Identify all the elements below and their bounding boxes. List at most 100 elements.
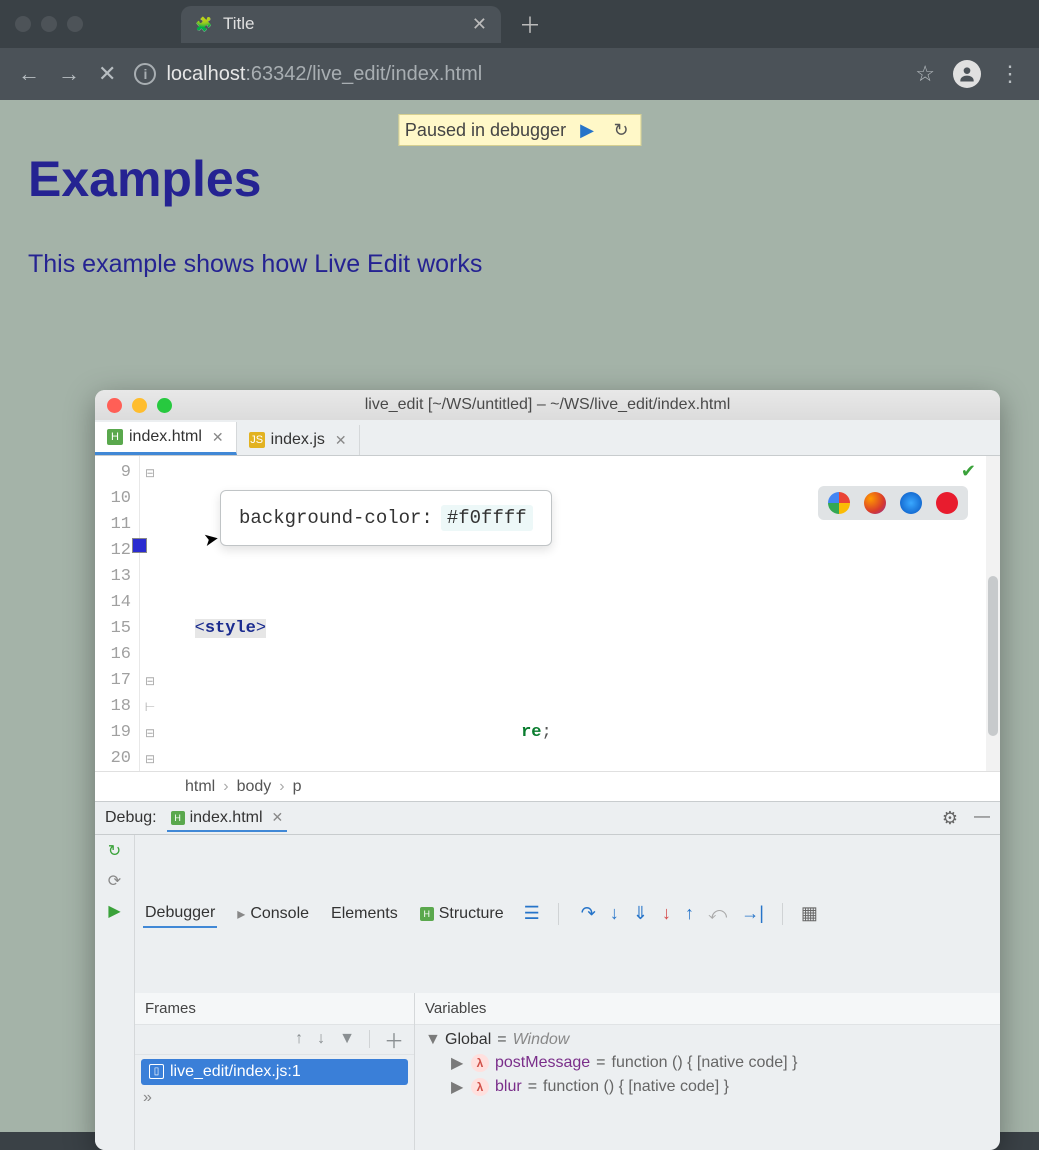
breadcrumb-item[interactable]: html (185, 778, 215, 796)
tooltip-value: #f0ffff (441, 505, 533, 531)
run-to-cursor-icon[interactable]: →| (741, 903, 764, 924)
code-editor[interactable]: 910111213141516171819202122232425 ⊟⊟⊢⊟⊟⊢… (95, 456, 1000, 771)
sync-icon[interactable]: ⟳ (103, 869, 127, 893)
fold-column[interactable]: ⊟⊟⊢⊟⊟⊢⊟⊢ (140, 456, 160, 771)
address-bar[interactable]: i localhost:63342/live_edit/index.html (134, 63, 897, 86)
force-step-into-icon[interactable]: ⇓ (633, 903, 648, 924)
editor-tab-index-js[interactable]: JS index.js ✕ (237, 425, 360, 455)
chevron-right-icon: › (223, 778, 228, 796)
profile-avatar-icon[interactable] (953, 60, 981, 88)
evaluate-expression-icon[interactable]: ▦ (801, 903, 818, 924)
opera-icon[interactable] (936, 492, 958, 514)
chevron-right-icon: › (279, 778, 284, 796)
tab-title: Title (223, 14, 255, 34)
color-swatch-icon[interactable] (132, 538, 147, 553)
minimize-icon[interactable] (132, 398, 147, 413)
inspection-ok-icon[interactable]: ✔ (961, 460, 976, 486)
variables-tree[interactable]: ▼ Global = Window ▶ λ postMessage = fu (415, 1025, 1000, 1150)
ide-window: live_edit [~/WS/untitled] – ~/WS/live_ed… (95, 390, 1000, 1150)
step-out-icon[interactable]: ↑ (685, 903, 694, 924)
tab-structure[interactable]: HStructure (418, 901, 506, 927)
hide-icon[interactable]: — (974, 808, 990, 829)
settings-gear-icon[interactable]: ⚙ (942, 808, 958, 829)
add-icon[interactable]: ＋ (384, 1025, 404, 1054)
more-frames-icon[interactable]: » (135, 1089, 414, 1107)
variables-header: Variables (415, 993, 1000, 1025)
browser-chrome: 🧩 Title ✕ ＋ ← → ✕ i localhost:63342/live… (0, 0, 1039, 100)
editor-tab-index-html[interactable]: H index.html ✕ (95, 422, 237, 455)
frame-icon: ▯ (149, 1064, 164, 1079)
window-controls-macos (15, 16, 83, 32)
step-over-icon[interactable]: ↷ (581, 903, 596, 924)
frames-panel: Frames ↑ ↓ ▼ ＋ ▯ live_edit/index.js:1 (135, 993, 415, 1150)
threads-icon[interactable]: ☰ (524, 903, 540, 924)
tab-elements[interactable]: Elements (329, 901, 400, 927)
js-file-icon: JS (249, 432, 265, 448)
frames-header: Frames (135, 993, 414, 1025)
breadcrumb-item[interactable]: p (293, 778, 302, 796)
close-tab-icon[interactable]: ✕ (472, 14, 487, 35)
tab-label: index.js (271, 431, 325, 449)
back-button[interactable]: ← (18, 61, 40, 87)
zoom-icon[interactable] (157, 398, 172, 413)
resume-icon[interactable]: ▶ (103, 899, 127, 923)
debugger-paused-label: Paused in debugger (405, 120, 566, 141)
site-info-icon[interactable]: i (134, 63, 156, 85)
tab-console[interactable]: ▸Console (235, 900, 311, 928)
open-in-browser-toolbar (818, 486, 968, 520)
forward-button[interactable]: → (58, 61, 80, 87)
chrome-icon[interactable] (828, 492, 850, 514)
browser-tab[interactable]: 🧩 Title ✕ (181, 6, 501, 43)
close-icon[interactable]: ✕ (272, 809, 284, 826)
page-content: Paused in debugger ▶ ↻ Examples This exa… (0, 100, 1039, 1132)
html-file-icon: H (171, 811, 185, 825)
close-tab-icon[interactable]: ✕ (335, 432, 347, 449)
rerun-icon[interactable]: ↻ (103, 839, 127, 863)
close-icon[interactable] (107, 398, 122, 413)
prev-frame-icon[interactable]: ↑ (295, 1030, 303, 1048)
filter-icon[interactable]: ▼ (339, 1030, 355, 1048)
close-tab-icon[interactable]: ✕ (212, 429, 224, 446)
safari-icon[interactable] (900, 492, 922, 514)
variables-panel: Variables ▼ Global = Window ▶ λ (415, 993, 1000, 1150)
step-into-icon[interactable]: ↓ (610, 903, 619, 924)
firefox-icon[interactable] (864, 492, 886, 514)
tab-debugger[interactable]: Debugger (143, 900, 217, 928)
tree-collapse-icon[interactable]: ▶ (451, 1053, 465, 1073)
structure-icon: H (420, 907, 434, 921)
color-tooltip: background-color: #f0ffff (220, 490, 552, 546)
tree-expand-icon[interactable]: ▼ (425, 1031, 439, 1049)
resume-icon[interactable]: ▶ (574, 119, 600, 141)
drop-frame-icon[interactable]: ⤺ (708, 903, 727, 924)
maximize-dot[interactable] (67, 16, 83, 32)
close-dot[interactable] (15, 16, 31, 32)
editor-tabs: H index.html ✕ JS index.js ✕ (95, 420, 1000, 456)
vertical-scrollbar[interactable] (986, 456, 1000, 771)
line-number-gutter: 910111213141516171819202122232425 (95, 456, 140, 771)
breadcrumb[interactable]: html › body › p (95, 771, 1000, 801)
tooltip-label: background-color: (239, 505, 433, 531)
lambda-icon: λ (471, 1054, 489, 1072)
next-frame-icon[interactable]: ↓ (317, 1030, 325, 1048)
scroll-thumb[interactable] (988, 576, 998, 736)
debug-sidebar: ↻ ⟳ ▶ (95, 835, 135, 1150)
step-over-icon[interactable]: ↻ (608, 119, 634, 141)
code-area[interactable]: ➤ background-color: #f0ffff ✔ <style> re… (160, 456, 986, 771)
ide-titlebar[interactable]: live_edit [~/WS/untitled] – ~/WS/live_ed… (95, 390, 1000, 420)
breadcrumb-item[interactable]: body (237, 778, 272, 796)
frames-toolbar: ↑ ↓ ▼ ＋ (135, 1025, 414, 1055)
url-path: /live_edit/index.html (307, 63, 483, 85)
html-file-icon: H (107, 429, 123, 445)
minimize-dot[interactable] (41, 16, 57, 32)
smart-step-into-icon[interactable]: ↓ (662, 903, 671, 924)
url-host: localhost (166, 63, 245, 85)
ide-title-text: live_edit [~/WS/untitled] – ~/WS/live_ed… (365, 396, 731, 414)
stop-button[interactable]: ✕ (98, 61, 116, 87)
menu-icon[interactable]: ⋮ (999, 61, 1021, 87)
debug-run-config-tab[interactable]: H index.html ✕ (167, 805, 288, 832)
tab-label: index.html (129, 428, 202, 446)
bookmark-star-icon[interactable]: ☆ (915, 61, 935, 87)
frame-item[interactable]: ▯ live_edit/index.js:1 (141, 1059, 408, 1085)
debugger-paused-badge: Paused in debugger ▶ ↻ (398, 114, 641, 146)
new-tab-button[interactable]: ＋ (519, 8, 541, 40)
